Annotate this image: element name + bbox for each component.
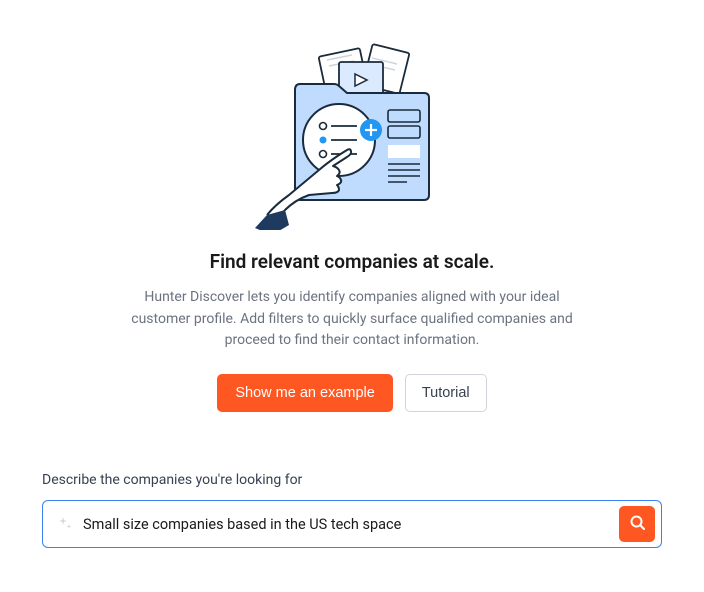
- hero-illustration: [247, 40, 457, 230]
- action-row: Show me an example Tutorial: [217, 374, 486, 412]
- search-label: Describe the companies you're looking fo…: [42, 472, 662, 488]
- search-box: [42, 500, 662, 548]
- search-icon: [629, 514, 646, 534]
- sparkle-icon: [57, 516, 73, 532]
- page-title: Find relevant companies at scale.: [210, 250, 495, 273]
- show-example-button[interactable]: Show me an example: [217, 374, 392, 412]
- search-input[interactable]: [83, 508, 609, 541]
- tutorial-button[interactable]: Tutorial: [405, 374, 487, 412]
- page-description: Hunter Discover lets you identify compan…: [122, 287, 582, 352]
- search-button[interactable]: [619, 506, 655, 542]
